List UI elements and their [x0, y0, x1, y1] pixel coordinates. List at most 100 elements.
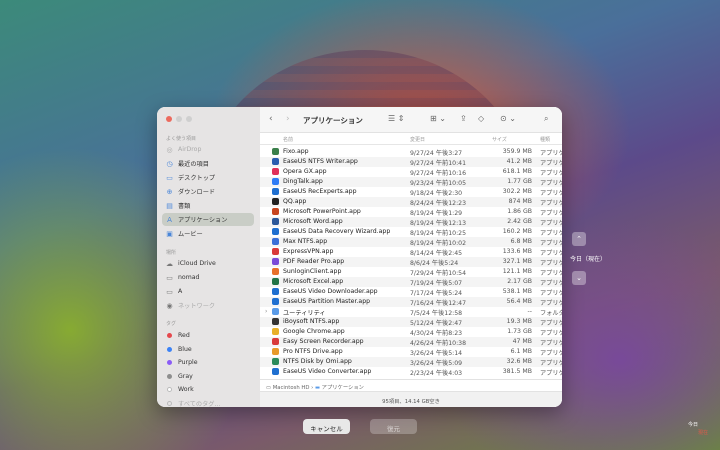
sidebar-item-0[interactable]: ◎ AirDrop: [162, 143, 254, 156]
restore-button[interactable]: 復元: [370, 419, 417, 434]
share-icon[interactable]: ⇪: [460, 114, 467, 123]
table-row[interactable]: Microsoft PowerPoint.app 8/19/24 午後1:29 1.…: [260, 207, 562, 217]
zoom-button[interactable]: [186, 116, 192, 122]
file-date: 9/27/24 午前10:41: [410, 160, 467, 167]
airdrop-icon: ◎: [166, 145, 173, 154]
file-name: ユーティリティ: [283, 310, 326, 317]
location-item-3[interactable]: ◉ ネットワーク: [162, 299, 254, 312]
table-row[interactable]: QQ.app 8/24/24 午後12:23 874 MB アプリケーション: [260, 197, 562, 207]
path-bar: ▭ Macintosh HD › ▬ アプリケーション: [260, 379, 562, 391]
tag-item-0[interactable]: Red: [162, 329, 254, 342]
app-icon: [272, 338, 279, 345]
file-size: 1.77 GB: [507, 178, 532, 185]
location-item-0[interactable]: ☁ iCloud Drive: [162, 257, 254, 270]
file-size: 1.86 GB: [507, 208, 532, 215]
disclosure-icon[interactable]: ›: [265, 308, 267, 315]
file-name: NTFS Disk by Omi.app: [283, 358, 352, 365]
table-row[interactable]: Microsoft Excel.app 7/19/24 午後5:07 2.17 GB…: [260, 277, 562, 287]
file-name: SunloginClient.app: [283, 268, 342, 275]
file-date: 8/6/24 午後5:24: [410, 260, 459, 267]
file-date: 8/24/24 午後12:23: [410, 200, 467, 207]
sidebar-item-5[interactable]: A アプリケーション: [162, 213, 254, 226]
table-row[interactable]: EaseUS Video Downloader.app 7/17/24 午後5:2…: [260, 287, 562, 297]
timemachine-down-icon[interactable]: ⌄: [572, 271, 586, 285]
forward-icon[interactable]: ›: [286, 114, 290, 124]
app-icon: [272, 288, 279, 295]
desktop-icon: ▭: [166, 173, 173, 182]
timemachine-up-icon[interactable]: ⌃: [572, 232, 586, 246]
file-name: Easy Screen Recorder.app: [283, 338, 364, 345]
table-row[interactable]: Fixo.app 9/27/24 午後3:27 359.9 MB アプリケーション: [260, 147, 562, 157]
table-row[interactable]: EaseUS RecExperts.app 9/18/24 午後2:30 302.2…: [260, 187, 562, 197]
sidebar-item-3[interactable]: ⊕ ダウンロード: [162, 185, 254, 198]
back-icon[interactable]: ‹: [269, 114, 273, 124]
table-row[interactable]: EaseUS NTFS Writer.app 9/27/24 午前10:41 41.…: [260, 157, 562, 167]
table-row[interactable]: EaseUS Video Converter.app 2/23/24 午後4:03…: [260, 367, 562, 377]
toolbar: ‹ › アプリケーション ☰ ⇕ ⊞ ⌄ ⇪ ◇ ⊙ ⌄ ⌕: [260, 107, 562, 133]
file-kind: アプリケーション: [540, 260, 562, 267]
file-date: 7/5/24 午後12:58: [410, 310, 463, 317]
table-row[interactable]: EaseUS Partition Master.app 7/16/24 午後12:…: [260, 297, 562, 307]
file-size: 2.17 GB: [507, 278, 532, 285]
table-row[interactable]: NTFS Disk by Omi.app 3/26/24 午後5:09 32.6 M…: [260, 357, 562, 367]
file-date: 4/30/24 午前8:23: [410, 330, 463, 337]
app-icon: [272, 278, 279, 285]
table-row[interactable]: SunloginClient.app 7/29/24 午前10:54 121.1 M…: [260, 267, 562, 277]
more-icon[interactable]: ⊙ ⌄: [500, 114, 516, 123]
file-kind: アプリケーション: [540, 340, 562, 347]
tag-item-2[interactable]: Purple: [162, 356, 254, 369]
table-row[interactable]: ExpressVPN.app 8/14/24 午後2:45 133.6 MB アプリケ…: [260, 247, 562, 257]
tag-item-1[interactable]: Blue: [162, 343, 254, 356]
file-size: 1.73 GB: [507, 328, 532, 335]
sidebar-item-label: デスクトップ: [178, 175, 216, 182]
location-item-1[interactable]: ▭ nomad: [162, 271, 254, 284]
sidebar-item-4[interactable]: ▤ 書類: [162, 199, 254, 212]
table-row[interactable]: PDF Reader Pro.app 8/6/24 午後5:24 327.1 MB ア…: [260, 257, 562, 267]
table-row[interactable]: Opera GX.app 9/27/24 午前10:16 618.1 MB アプリケー…: [260, 167, 562, 177]
table-row[interactable]: iBoysoft NTFS.app 5/12/24 午後2:47 19.3 MB アプ…: [260, 317, 562, 327]
list-view-icon[interactable]: ☰ ⇕: [388, 114, 404, 123]
tag-color-icon: [167, 387, 172, 392]
column-kind[interactable]: 種類: [540, 136, 550, 143]
file-name: Pro NTFS Drive.app: [283, 348, 343, 355]
search-icon[interactable]: ⌕: [544, 114, 548, 124]
app-icon: [272, 368, 279, 375]
grid-view-icon[interactable]: ⊞ ⌄: [430, 114, 446, 123]
minimize-button[interactable]: [176, 116, 182, 122]
timeline-label: 今日: [688, 422, 699, 428]
table-row[interactable]: Pro NTFS Drive.app 3/26/24 午後5:14 6.1 MB アプ…: [260, 347, 562, 357]
column-name[interactable]: 名前: [283, 136, 293, 143]
cancel-button[interactable]: キャンセル: [303, 419, 350, 434]
app-icon: [272, 298, 279, 305]
tag-item-4[interactable]: Work: [162, 383, 254, 396]
tag-item-5[interactable]: すべてのタグ…: [162, 397, 254, 407]
tag-item-3[interactable]: Gray: [162, 370, 254, 383]
drive-icon: ▭: [166, 287, 173, 296]
table-row[interactable]: Easy Screen Recorder.app 4/26/24 午前10:38 4…: [260, 337, 562, 347]
table-row[interactable]: DingTalk.app 9/23/24 午前10:05 1.77 GB アプリケーシ…: [260, 177, 562, 187]
tag-label: Purple: [178, 359, 198, 366]
file-name: EaseUS NTFS Writer.app: [283, 158, 358, 165]
tag-icon[interactable]: ◇: [478, 114, 484, 123]
file-size: 6.8 MB: [510, 238, 532, 245]
sidebar-item-1[interactable]: ◷ 最近の項目: [162, 157, 254, 170]
table-row[interactable]: Microsoft Word.app 8/19/24 午後12:13 2.42 GB…: [260, 217, 562, 227]
sidebar-item-2[interactable]: ▭ デスクトップ: [162, 171, 254, 184]
file-kind: アプリケーション: [540, 270, 562, 277]
file-name: Max NTFS.app: [283, 238, 328, 245]
table-row[interactable]: Max NTFS.app 8/19/24 午前10:02 6.8 MB アプリケーショ…: [260, 237, 562, 247]
column-size[interactable]: サイズ: [492, 136, 507, 143]
table-row[interactable]: › ユーティリティ 7/5/24 午後12:58 -- フォルダ: [260, 307, 562, 317]
table-row[interactable]: EaseUS Data Recovery Wizard.app 8/19/24 午…: [260, 227, 562, 237]
close-button[interactable]: [166, 116, 172, 122]
sidebar-item-label: 最近の項目: [178, 161, 209, 168]
status-bar: 95項目、14.14 GB空き: [260, 391, 562, 407]
location-item-label: A: [178, 288, 183, 295]
location-item-2[interactable]: ▭ A: [162, 285, 254, 298]
file-date: 7/29/24 午前10:54: [410, 270, 467, 277]
column-date[interactable]: 変更日: [410, 136, 425, 143]
table-row[interactable]: Google Chrome.app 4/30/24 午前8:23 1.73 GB アプ…: [260, 327, 562, 337]
location-item-label: ネットワーク: [178, 303, 216, 310]
sidebar-item-6[interactable]: ▣ ムービー: [162, 227, 254, 240]
drive-icon: ▭: [166, 273, 173, 282]
